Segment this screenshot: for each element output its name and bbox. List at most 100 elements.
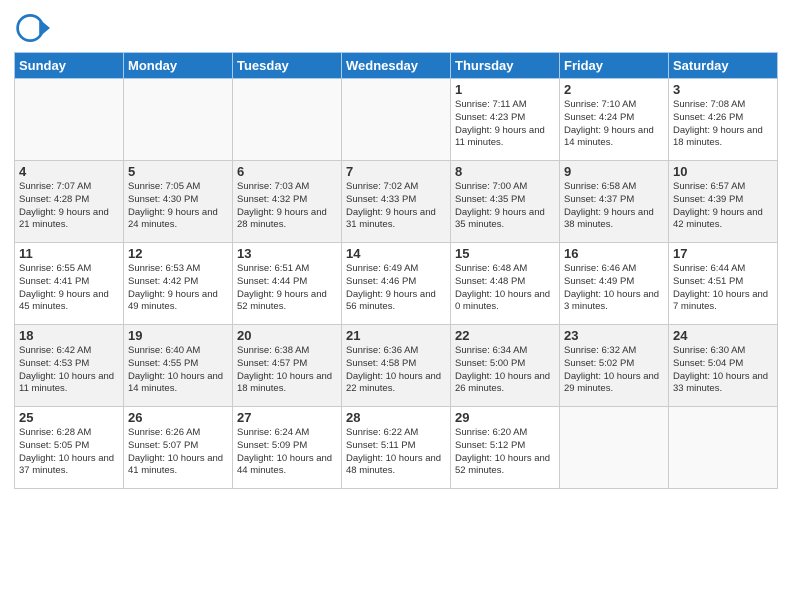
page: SundayMondayTuesdayWednesdayThursdayFrid…: [0, 0, 792, 612]
calendar-cell: [560, 407, 669, 489]
weekday-sunday: Sunday: [15, 53, 124, 79]
day-info: Sunrise: 6:44 AM Sunset: 4:51 PM Dayligh…: [673, 263, 773, 314]
calendar-cell: 11 Sunrise: 6:55 AM Sunset: 4:41 PM Dayli…: [15, 243, 124, 325]
day-info: Sunrise: 6:48 AM Sunset: 4:48 PM Dayligh…: [455, 263, 555, 314]
day-info: Sunrise: 7:03 AM Sunset: 4:32 PM Dayligh…: [237, 181, 337, 232]
calendar-cell: 28 Sunrise: 6:22 AM Sunset: 5:11 PM Dayli…: [342, 407, 451, 489]
day-number: 29: [455, 410, 555, 425]
calendar-cell: 13 Sunrise: 6:51 AM Sunset: 4:44 PM Dayli…: [233, 243, 342, 325]
calendar-row-1: 4Sunrise: 7:07 AM Sunset: 4:28 PM Daylig…: [15, 161, 778, 243]
calendar-cell: 23 Sunrise: 6:32 AM Sunset: 5:02 PM Dayli…: [560, 325, 669, 407]
calendar-row-4: 25 Sunrise: 6:28 AM Sunset: 5:05 PM Dayli…: [15, 407, 778, 489]
day-info: Sunrise: 7:11 AM Sunset: 4:23 PM Dayligh…: [455, 99, 555, 150]
day-number: 9: [564, 164, 664, 179]
day-info: Sunrise: 7:10 AM Sunset: 4:24 PM Dayligh…: [564, 99, 664, 150]
weekday-thursday: Thursday: [451, 53, 560, 79]
weekday-header-row: SundayMondayTuesdayWednesdayThursdayFrid…: [15, 53, 778, 79]
calendar-cell: 25 Sunrise: 6:28 AM Sunset: 5:05 PM Dayli…: [15, 407, 124, 489]
day-info: Sunrise: 6:22 AM Sunset: 5:11 PM Dayligh…: [346, 427, 446, 478]
day-info: Sunrise: 6:42 AM Sunset: 4:53 PM Dayligh…: [19, 345, 119, 396]
day-number: 4: [19, 164, 119, 179]
day-number: 19: [128, 328, 228, 343]
day-info: Sunrise: 6:57 AM Sunset: 4:39 PM Dayligh…: [673, 181, 773, 232]
day-info: Sunrise: 6:20 AM Sunset: 5:12 PM Dayligh…: [455, 427, 555, 478]
day-number: 21: [346, 328, 446, 343]
day-number: 26: [128, 410, 228, 425]
calendar-cell: 16 Sunrise: 6:46 AM Sunset: 4:49 PM Dayli…: [560, 243, 669, 325]
day-number: 23: [564, 328, 664, 343]
calendar-cell: 17 Sunrise: 6:44 AM Sunset: 4:51 PM Dayli…: [669, 243, 778, 325]
day-info: Sunrise: 6:55 AM Sunset: 4:41 PM Dayligh…: [19, 263, 119, 314]
weekday-monday: Monday: [124, 53, 233, 79]
calendar-cell: 21Sunrise: 6:36 AM Sunset: 4:58 PM Dayli…: [342, 325, 451, 407]
day-info: Sunrise: 6:53 AM Sunset: 4:42 PM Dayligh…: [128, 263, 228, 314]
day-number: 18: [19, 328, 119, 343]
calendar-cell: 14 Sunrise: 6:49 AM Sunset: 4:46 PM Dayli…: [342, 243, 451, 325]
logo-icon: [14, 10, 50, 46]
day-info: Sunrise: 7:08 AM Sunset: 4:26 PM Dayligh…: [673, 99, 773, 150]
calendar-cell: 2 Sunrise: 7:10 AM Sunset: 4:24 PM Daylig…: [560, 79, 669, 161]
calendar-cell: 5 Sunrise: 7:05 AM Sunset: 4:30 PM Daylig…: [124, 161, 233, 243]
calendar-cell: [233, 79, 342, 161]
calendar-row-2: 11 Sunrise: 6:55 AM Sunset: 4:41 PM Dayli…: [15, 243, 778, 325]
calendar-cell: [15, 79, 124, 161]
day-number: 17: [673, 246, 773, 261]
calendar-row-0: 1 Sunrise: 7:11 AM Sunset: 4:23 PM Daylig…: [15, 79, 778, 161]
day-info: Sunrise: 6:34 AM Sunset: 5:00 PM Dayligh…: [455, 345, 555, 396]
day-number: 13: [237, 246, 337, 261]
day-info: Sunrise: 6:26 AM Sunset: 5:07 PM Dayligh…: [128, 427, 228, 478]
calendar-cell: 19 Sunrise: 6:40 AM Sunset: 4:55 PM Dayli…: [124, 325, 233, 407]
calendar-cell: 26 Sunrise: 6:26 AM Sunset: 5:07 PM Dayli…: [124, 407, 233, 489]
day-info: Sunrise: 6:58 AM Sunset: 4:37 PM Dayligh…: [564, 181, 664, 232]
day-number: 25: [19, 410, 119, 425]
day-number: 2: [564, 82, 664, 97]
day-number: 8: [455, 164, 555, 179]
calendar-cell: [124, 79, 233, 161]
day-number: 14: [346, 246, 446, 261]
day-info: Sunrise: 6:24 AM Sunset: 5:09 PM Dayligh…: [237, 427, 337, 478]
day-info: Sunrise: 7:05 AM Sunset: 4:30 PM Dayligh…: [128, 181, 228, 232]
calendar-cell: 20 Sunrise: 6:38 AM Sunset: 4:57 PM Dayli…: [233, 325, 342, 407]
day-number: 22: [455, 328, 555, 343]
calendar-cell: 9 Sunrise: 6:58 AM Sunset: 4:37 PM Daylig…: [560, 161, 669, 243]
calendar-cell: 7 Sunrise: 7:02 AM Sunset: 4:33 PM Daylig…: [342, 161, 451, 243]
weekday-friday: Friday: [560, 53, 669, 79]
calendar-cell: [669, 407, 778, 489]
day-number: 5: [128, 164, 228, 179]
calendar-cell: 1 Sunrise: 7:11 AM Sunset: 4:23 PM Daylig…: [451, 79, 560, 161]
weekday-saturday: Saturday: [669, 53, 778, 79]
day-number: 24: [673, 328, 773, 343]
day-number: 7: [346, 164, 446, 179]
calendar-cell: 15 Sunrise: 6:48 AM Sunset: 4:48 PM Dayli…: [451, 243, 560, 325]
day-info: Sunrise: 6:40 AM Sunset: 4:55 PM Dayligh…: [128, 345, 228, 396]
day-number: 6: [237, 164, 337, 179]
calendar-cell: 4Sunrise: 7:07 AM Sunset: 4:28 PM Daylig…: [15, 161, 124, 243]
day-info: Sunrise: 6:49 AM Sunset: 4:46 PM Dayligh…: [346, 263, 446, 314]
day-number: 15: [455, 246, 555, 261]
day-info: Sunrise: 7:00 AM Sunset: 4:35 PM Dayligh…: [455, 181, 555, 232]
day-number: 11: [19, 246, 119, 261]
day-number: 12: [128, 246, 228, 261]
calendar-cell: 10Sunrise: 6:57 AM Sunset: 4:39 PM Dayli…: [669, 161, 778, 243]
day-info: Sunrise: 6:46 AM Sunset: 4:49 PM Dayligh…: [564, 263, 664, 314]
day-info: Sunrise: 6:30 AM Sunset: 5:04 PM Dayligh…: [673, 345, 773, 396]
day-number: 27: [237, 410, 337, 425]
day-number: 16: [564, 246, 664, 261]
day-number: 1: [455, 82, 555, 97]
calendar-cell: 18 Sunrise: 6:42 AM Sunset: 4:53 PM Dayli…: [15, 325, 124, 407]
calendar-cell: 8 Sunrise: 7:00 AM Sunset: 4:35 PM Daylig…: [451, 161, 560, 243]
day-info: Sunrise: 6:32 AM Sunset: 5:02 PM Dayligh…: [564, 345, 664, 396]
day-info: Sunrise: 7:02 AM Sunset: 4:33 PM Dayligh…: [346, 181, 446, 232]
calendar-cell: 27 Sunrise: 6:24 AM Sunset: 5:09 PM Dayli…: [233, 407, 342, 489]
day-info: Sunrise: 6:28 AM Sunset: 5:05 PM Dayligh…: [19, 427, 119, 478]
day-number: 28: [346, 410, 446, 425]
day-info: Sunrise: 6:38 AM Sunset: 4:57 PM Dayligh…: [237, 345, 337, 396]
weekday-wednesday: Wednesday: [342, 53, 451, 79]
calendar-cell: 24 Sunrise: 6:30 AM Sunset: 5:04 PM Dayli…: [669, 325, 778, 407]
day-info: Sunrise: 6:51 AM Sunset: 4:44 PM Dayligh…: [237, 263, 337, 314]
calendar-row-3: 18 Sunrise: 6:42 AM Sunset: 4:53 PM Dayli…: [15, 325, 778, 407]
logo: [14, 10, 52, 46]
calendar-cell: 29 Sunrise: 6:20 AM Sunset: 5:12 PM Dayli…: [451, 407, 560, 489]
calendar-cell: 3Sunrise: 7:08 AM Sunset: 4:26 PM Daylig…: [669, 79, 778, 161]
day-number: 20: [237, 328, 337, 343]
